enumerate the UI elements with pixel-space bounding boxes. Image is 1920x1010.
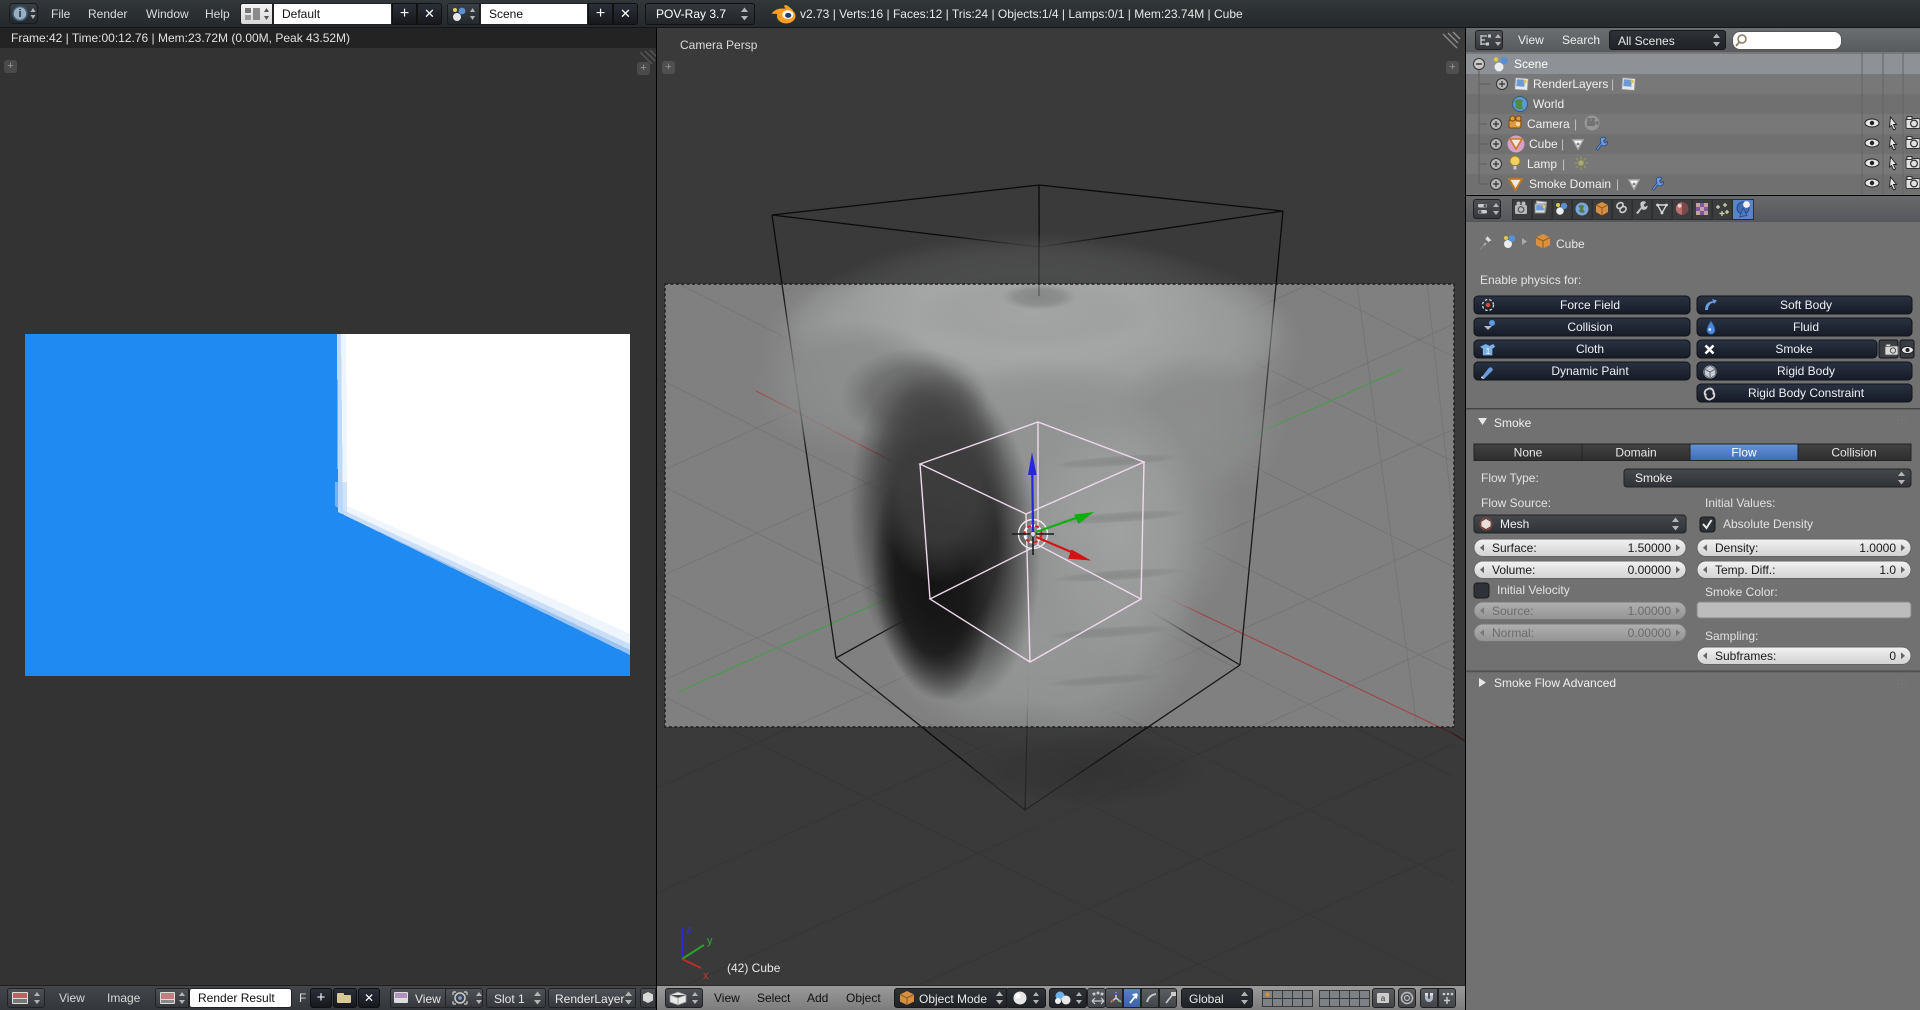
svg-text:0.00000: 0.00000 xyxy=(1628,563,1672,577)
svg-text:Cube: Cube xyxy=(1529,137,1558,151)
svg-text:Camera Persp: Camera Persp xyxy=(680,38,758,52)
svg-text:Smoke: Smoke xyxy=(1775,342,1813,356)
svg-text:Flow Type:: Flow Type: xyxy=(1481,471,1539,485)
svg-text:z: z xyxy=(686,924,692,936)
svg-text:Rigid Body Constraint: Rigid Body Constraint xyxy=(1748,386,1865,400)
svg-text:1.50000: 1.50000 xyxy=(1628,541,1672,555)
svg-text:World: World xyxy=(1533,97,1564,111)
svg-text:Smoke Domain: Smoke Domain xyxy=(1529,177,1611,191)
svg-text:Smoke: Smoke xyxy=(1494,416,1532,430)
svg-text:Absolute Density: Absolute Density xyxy=(1723,517,1813,531)
svg-text:Density:: Density: xyxy=(1715,541,1758,555)
svg-text:i: i xyxy=(18,8,21,20)
svg-text:|: | xyxy=(1616,177,1619,191)
svg-text:Temp. Diff.:: Temp. Diff.: xyxy=(1715,563,1775,577)
svg-text:1: 1 xyxy=(1486,347,1491,356)
svg-text:Volume:: Volume: xyxy=(1492,563,1535,577)
svg-text:0.00000: 0.00000 xyxy=(1628,626,1672,640)
svg-text:1.0000: 1.0000 xyxy=(1859,541,1896,555)
svg-text:Scene: Scene xyxy=(1514,57,1548,71)
svg-text:Cube: Cube xyxy=(1556,237,1585,251)
svg-text:Initial Values:: Initial Values: xyxy=(1705,496,1775,510)
svg-text:Domain: Domain xyxy=(1615,446,1656,460)
svg-text:None: None xyxy=(1514,446,1543,460)
svg-text:Sampling:: Sampling: xyxy=(1705,629,1758,643)
svg-text:Mesh: Mesh xyxy=(1500,517,1529,531)
svg-text:|: | xyxy=(1611,77,1614,91)
svg-text:Flow: Flow xyxy=(1731,446,1757,460)
svg-text:Initial Velocity: Initial Velocity xyxy=(1497,583,1570,597)
svg-text:Fluid: Fluid xyxy=(1793,320,1819,334)
svg-text:x: x xyxy=(703,970,709,982)
svg-text:Subframes:: Subframes: xyxy=(1715,649,1776,663)
svg-text:Normal:: Normal: xyxy=(1492,626,1534,640)
svg-text:Cloth: Cloth xyxy=(1576,342,1604,356)
svg-text:Lamp: Lamp xyxy=(1527,157,1557,171)
svg-text:(42) Cube: (42) Cube xyxy=(727,961,781,975)
svg-text:Camera: Camera xyxy=(1527,117,1570,131)
svg-text:Collision: Collision xyxy=(1831,446,1876,460)
svg-text:Rigid Body: Rigid Body xyxy=(1777,364,1835,378)
svg-text:Source:: Source: xyxy=(1492,604,1533,618)
svg-text:Surface:: Surface: xyxy=(1492,541,1537,555)
svg-text:Smoke Flow Advanced: Smoke Flow Advanced xyxy=(1494,676,1616,690)
svg-text:Smoke Color:: Smoke Color: xyxy=(1705,585,1778,599)
svg-text:Smoke: Smoke xyxy=(1635,471,1673,485)
svg-text:a: a xyxy=(1381,994,1386,1003)
svg-text:Collision: Collision xyxy=(1567,320,1612,334)
svg-text:|: | xyxy=(1574,117,1577,131)
svg-text:Flow Source:: Flow Source: xyxy=(1481,496,1551,510)
svg-text:Force Field: Force Field xyxy=(1560,298,1620,312)
svg-text:Soft Body: Soft Body xyxy=(1780,298,1832,312)
svg-text:y: y xyxy=(707,935,713,947)
svg-text:0: 0 xyxy=(1889,649,1896,663)
svg-text:Dynamic Paint: Dynamic Paint xyxy=(1551,364,1629,378)
svg-text:1.00000: 1.00000 xyxy=(1628,604,1672,618)
svg-text:|: | xyxy=(1562,157,1565,171)
svg-text:1.0: 1.0 xyxy=(1879,563,1896,577)
svg-text:RenderLayers: RenderLayers xyxy=(1533,77,1608,91)
svg-text:|: | xyxy=(1561,137,1564,151)
